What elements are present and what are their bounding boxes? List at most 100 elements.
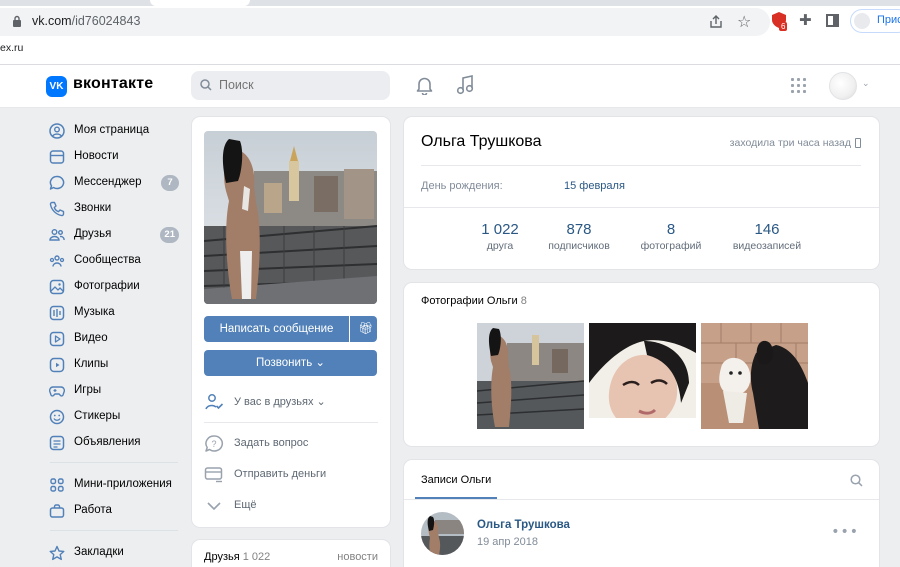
actions-divider	[204, 422, 378, 423]
more-options-icon[interactable]: •••	[831, 524, 859, 540]
ask-question-row[interactable]: ? Задать вопрос	[204, 433, 379, 455]
post-author-avatar-image	[421, 512, 464, 555]
photos-title-label: Фотографии Ольги	[421, 295, 518, 307]
profile-photo-image	[204, 131, 377, 304]
nav-item-work[interactable]: Работа	[44, 499, 184, 523]
nav-label: Новости	[74, 150, 119, 162]
side-panel-icon[interactable]	[826, 14, 839, 27]
nav-item-mini-apps[interactable]: Мини-приложения	[44, 473, 184, 497]
more-actions-label: Ещё	[234, 499, 257, 511]
friends-updates-link[interactable]: новости	[337, 551, 378, 563]
stat-friends[interactable]: 1 022 друга	[470, 221, 530, 252]
call-button[interactable]: Позвонить ⌄	[204, 350, 377, 376]
browser-profile-label: Прис	[877, 14, 900, 26]
stat-value: 146	[754, 221, 780, 238]
newspaper-icon	[49, 150, 65, 164]
photo-icon	[49, 279, 65, 295]
nav-item-communities[interactable]: Сообщества	[44, 249, 184, 273]
friends-card: Друзья 1 022 новости	[192, 540, 390, 567]
url-host: vk.com	[32, 14, 72, 28]
wall-card: Записи Ольги Ольга Трушкова 19 апр 2018 …	[404, 460, 879, 567]
gamepad-icon	[49, 386, 65, 397]
nav-item-stickers[interactable]: Стикеры	[44, 405, 184, 429]
friend-status-row[interactable]: У вас в друзьях ⌄	[204, 391, 379, 413]
search-icon[interactable]	[850, 474, 863, 487]
svg-text:?: ?	[211, 439, 216, 449]
nav-item-music[interactable]: Музыка	[44, 301, 184, 325]
nav-item-video[interactable]: Видео	[44, 327, 184, 351]
vk-header: VK вконтакте ⌄	[0, 65, 900, 108]
nav-item-friends[interactable]: Друзья 21	[44, 223, 184, 247]
stat-label: друга	[486, 240, 514, 252]
bookmark-star-icon[interactable]: ☆	[737, 12, 751, 32]
nav-item-clips[interactable]: Клипы	[44, 353, 184, 377]
extensions-puzzle-icon[interactable]: ✚	[799, 12, 812, 28]
user-avatar[interactable]	[829, 72, 857, 100]
friends-title[interactable]: Друзья 1 022	[204, 551, 270, 563]
nav-item-my-page[interactable]: Моя страница	[44, 119, 184, 143]
stat-label: подписчиков	[548, 240, 610, 252]
nav-label: Сообщества	[74, 254, 141, 266]
share-icon[interactable]	[708, 14, 724, 30]
notifications-bell-icon[interactable]	[416, 76, 433, 95]
stat-label: фотографий	[640, 240, 702, 252]
send-gift-button[interactable]: 🎁︎	[350, 316, 377, 342]
photo-thumbnail[interactable]	[589, 323, 696, 429]
photo-thumbnail[interactable]	[477, 323, 584, 429]
nav-label: Стикеры	[74, 410, 121, 422]
profile-photo[interactable]	[204, 131, 377, 304]
nav-item-calls[interactable]: Звонки	[44, 197, 184, 221]
post-author-avatar[interactable]	[421, 512, 464, 555]
bookmark-item[interactable]: ex.ru	[0, 42, 23, 54]
stat-videos[interactable]: 146 видеозаписей	[724, 221, 810, 252]
photo-thumbnail-image	[701, 323, 808, 429]
tab-wall-posts[interactable]: Записи Ольги	[421, 474, 491, 486]
address-bar[interactable]: vk.com/id76024843 ☆	[0, 8, 770, 36]
star-icon	[49, 545, 65, 561]
nav-label: Игры	[74, 384, 102, 396]
friend-status-label: У вас в друзьях	[234, 396, 314, 408]
music-player-icon[interactable]	[456, 75, 474, 95]
photo-thumbnail-image	[589, 323, 696, 429]
photos-title[interactable]: Фотографии Ольги 8	[421, 295, 527, 307]
vk-logo-icon[interactable]: VK	[46, 76, 67, 97]
unread-count-badge: 7	[161, 175, 179, 191]
post-author-name[interactable]: Ольга Трушкова	[477, 519, 570, 531]
more-actions-row[interactable]: Ещё	[204, 495, 379, 517]
send-money-label: Отправить деньги	[234, 468, 327, 480]
stat-photos[interactable]: 8 фотографий	[634, 221, 708, 252]
lock-icon[interactable]	[12, 15, 22, 28]
vk-brand-name[interactable]: вконтакте	[73, 75, 153, 93]
info-divider	[421, 165, 861, 166]
apps-grid-icon[interactable]	[791, 78, 807, 94]
url-text[interactable]: vk.com/id76024843	[32, 14, 140, 28]
nav-item-photos[interactable]: Фотографии	[44, 275, 184, 299]
search-input[interactable]	[219, 76, 379, 94]
active-tab[interactable]	[150, 0, 250, 6]
nav-label: Мессенджер	[74, 176, 142, 188]
nav-label: Закладки	[74, 546, 124, 558]
user-check-icon	[205, 394, 224, 410]
question-bubble-icon: ?	[205, 435, 223, 452]
nav-item-bookmarks[interactable]: Закладки	[44, 541, 184, 565]
post-date[interactable]: 19 апр 2018	[477, 536, 538, 548]
nav-item-messenger[interactable]: Мессенджер 7	[44, 171, 184, 195]
photo-thumbnail-image	[477, 323, 584, 429]
nav-label: Моя страница	[74, 124, 150, 136]
chevron-down-icon[interactable]: ⌄	[862, 79, 870, 89]
stat-followers[interactable]: 878 подписчиков	[540, 221, 618, 252]
browser-profile-button[interactable]: Прис	[850, 9, 900, 33]
birthday-value-link[interactable]: 15 февраля	[564, 180, 625, 192]
nav-item-ads[interactable]: Объявления	[44, 431, 184, 455]
nav-item-games[interactable]: Игры	[44, 379, 184, 403]
send-money-row[interactable]: Отправить деньги	[204, 464, 379, 486]
photos-count: 8	[520, 295, 527, 307]
write-message-button[interactable]: Написать сообщение	[204, 316, 349, 342]
nav-item-news[interactable]: Новости	[44, 145, 184, 169]
call-button-label: Позвонить	[255, 357, 313, 369]
info-divider	[404, 207, 879, 208]
photo-thumbnail[interactable]	[701, 323, 808, 429]
search-icon	[200, 79, 212, 91]
users-icon	[49, 229, 65, 241]
search-box[interactable]	[191, 71, 390, 100]
